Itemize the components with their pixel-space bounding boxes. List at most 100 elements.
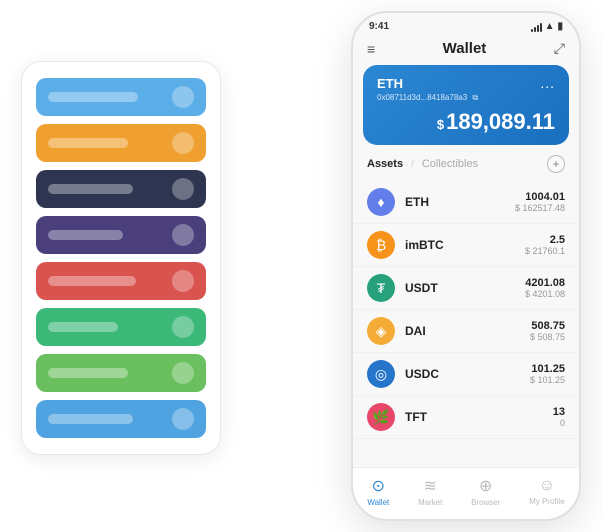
asset-amounts-usdc: 101.25$ 101.25	[530, 363, 565, 385]
asset-row-tft[interactable]: 🌿 TFT130	[353, 396, 579, 439]
asset-main-amount: 2.5	[525, 234, 565, 246]
card-item-6[interactable]	[36, 354, 206, 392]
tab-assets[interactable]: Assets	[367, 158, 403, 170]
card-item-3[interactable]	[36, 216, 206, 254]
asset-icon-imbtc: ₿	[367, 231, 395, 259]
nav-label-1: Market	[418, 498, 442, 507]
nav-icon-1: ≋	[423, 476, 436, 496]
battery-icon: ▮	[557, 21, 563, 32]
phone-mockup: 9:41 ▲ ▮ ≡ Wallet ⤢ ETH ...	[351, 11, 581, 521]
nav-icon-2: ⊕	[479, 476, 492, 496]
card-item-0[interactable]	[36, 78, 206, 116]
signal-icon	[531, 22, 542, 32]
asset-amounts-usdt: 4201.08$ 4201.08	[525, 277, 565, 299]
eth-address: 0x08711d3d...8418a78a3 ⧉	[377, 93, 555, 103]
nav-item-browser[interactable]: ⊕ Browser	[471, 476, 500, 507]
phone-header: ≡ Wallet ⤢	[353, 36, 579, 65]
asset-row-dai[interactable]: ◈ DAI508.75$ 508.75	[353, 310, 579, 353]
nav-item-wallet[interactable]: ⊙ Wallet	[367, 476, 389, 507]
asset-name-usdc: USDC	[405, 367, 530, 381]
asset-row-imbtc[interactable]: ₿ imBTC2.5$ 21760.1	[353, 224, 579, 267]
asset-amounts-eth: 1004.01$ 162517.48	[515, 191, 565, 213]
asset-icon-usdc: ◎	[367, 360, 395, 388]
asset-name-usdt: USDT	[405, 281, 525, 295]
card-icon-7	[172, 408, 194, 430]
scene: 9:41 ▲ ▮ ≡ Wallet ⤢ ETH ...	[21, 11, 581, 521]
card-item-4[interactable]	[36, 262, 206, 300]
card-item-1[interactable]	[36, 124, 206, 162]
nav-label-0: Wallet	[367, 498, 389, 507]
asset-usd-amount: 0	[553, 418, 565, 428]
nav-item-market[interactable]: ≋ Market	[418, 476, 442, 507]
eth-card-menu[interactable]: ...	[540, 75, 555, 91]
asset-row-usdc[interactable]: ◎ USDC101.25$ 101.25	[353, 353, 579, 396]
assets-tabs: Assets / Collectibles	[367, 158, 478, 170]
card-bar-0	[48, 92, 138, 102]
nav-label-3: My Profile	[529, 497, 565, 506]
asset-main-amount: 101.25	[530, 363, 565, 375]
eth-card-title: ETH	[377, 76, 403, 91]
asset-main-amount: 508.75	[530, 320, 565, 332]
asset-main-amount: 1004.01	[515, 191, 565, 203]
asset-list: ♦ ETH1004.01$ 162517.48 ₿ imBTC2.5$ 21760.1…	[353, 181, 579, 467]
card-icon-0	[172, 86, 194, 108]
expand-icon[interactable]: ⤢	[554, 40, 565, 57]
asset-row-eth[interactable]: ♦ ETH1004.01$ 162517.48	[353, 181, 579, 224]
card-bar-3	[48, 230, 123, 240]
time: 9:41	[369, 21, 389, 32]
menu-icon[interactable]: ≡	[367, 41, 375, 57]
card-item-5[interactable]	[36, 308, 206, 346]
card-bar-4	[48, 276, 136, 286]
asset-usd-amount: $ 508.75	[530, 332, 565, 342]
bottom-nav: ⊙ Wallet ≋ Market ⊕ Browser ☺ My Profile	[353, 467, 579, 519]
card-item-2[interactable]	[36, 170, 206, 208]
card-icon-2	[172, 178, 194, 200]
nav-label-2: Browser	[471, 498, 500, 507]
asset-icon-eth: ♦	[367, 188, 395, 216]
asset-row-usdt[interactable]: ₮ USDT4201.08$ 4201.08	[353, 267, 579, 310]
card-icon-4	[172, 270, 194, 292]
asset-usd-amount: $ 21760.1	[525, 246, 565, 256]
page-title: Wallet	[443, 40, 487, 57]
asset-usd-amount: $ 4201.08	[525, 289, 565, 299]
card-item-7[interactable]	[36, 400, 206, 438]
add-asset-button[interactable]: +	[547, 155, 565, 173]
asset-name-tft: TFT	[405, 410, 553, 424]
asset-usd-amount: $ 162517.48	[515, 203, 565, 213]
card-icon-3	[172, 224, 194, 246]
card-icon-5	[172, 316, 194, 338]
asset-icon-dai: ◈	[367, 317, 395, 345]
asset-amounts-dai: 508.75$ 508.75	[530, 320, 565, 342]
asset-usd-amount: $ 101.25	[530, 375, 565, 385]
wifi-icon: ▲	[545, 21, 555, 32]
asset-icon-usdt: ₮	[367, 274, 395, 302]
asset-icon-tft: 🌿	[367, 403, 395, 431]
card-bar-7	[48, 414, 133, 424]
card-icon-6	[172, 362, 194, 384]
status-bar: 9:41 ▲ ▮	[353, 13, 579, 36]
card-bar-5	[48, 322, 118, 332]
nav-icon-3: ☺	[539, 477, 555, 495]
asset-name-eth: ETH	[405, 195, 515, 209]
nav-icon-0: ⊙	[372, 476, 385, 496]
assets-header: Assets / Collectibles +	[353, 155, 579, 181]
asset-amounts-imbtc: 2.5$ 21760.1	[525, 234, 565, 256]
card-stack	[21, 61, 221, 455]
status-icons: ▲ ▮	[531, 21, 563, 32]
eth-card: ETH ... 0x08711d3d...8418a78a3 ⧉ $189,08…	[363, 65, 569, 145]
asset-main-amount: 13	[553, 406, 565, 418]
card-bar-2	[48, 184, 133, 194]
card-bar-1	[48, 138, 128, 148]
eth-balance: $189,089.11	[377, 109, 555, 135]
clipboard-icon[interactable]: ⧉	[472, 93, 478, 102]
eth-card-header: ETH ...	[377, 75, 555, 91]
nav-item-my-profile[interactable]: ☺ My Profile	[529, 477, 565, 506]
asset-name-imbtc: imBTC	[405, 238, 525, 252]
tab-collectibles[interactable]: Collectibles	[422, 158, 478, 170]
card-bar-6	[48, 368, 128, 378]
asset-name-dai: DAI	[405, 324, 530, 338]
asset-amounts-tft: 130	[553, 406, 565, 428]
card-icon-1	[172, 132, 194, 154]
tab-divider: /	[411, 159, 414, 170]
asset-main-amount: 4201.08	[525, 277, 565, 289]
